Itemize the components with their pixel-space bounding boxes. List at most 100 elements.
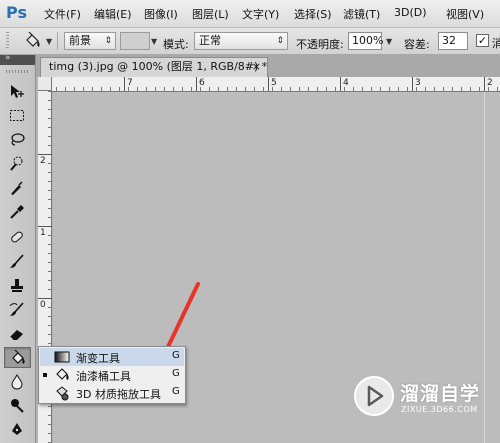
opacity-label: 不透明度:: [296, 38, 344, 51]
updown-arrow-icon: ⇕: [276, 36, 284, 46]
options-bar-grip[interactable]: [6, 32, 9, 50]
paint-bucket-tool[interactable]: [4, 347, 31, 368]
updown-arrow-icon: ⇕: [104, 36, 112, 46]
ruler-label: 6: [199, 78, 205, 88]
ruler-label: 7: [127, 78, 133, 88]
menu-view[interactable]: 视图(V): [446, 6, 484, 22]
anti-alias-checkbox[interactable]: ✓: [476, 34, 489, 47]
opacity-input[interactable]: 100%: [348, 32, 383, 50]
blur-tool[interactable]: [4, 371, 31, 392]
brush-tool[interactable]: [4, 251, 31, 272]
divider: [57, 32, 58, 50]
menu-filter[interactable]: 滤镜(T): [343, 6, 380, 22]
ruler-major-tick: [124, 77, 125, 91]
menu-file[interactable]: 文件(F): [44, 6, 81, 22]
pen-icon: [12, 423, 22, 435]
close-icon[interactable]: ×: [252, 58, 261, 76]
chevron-down-icon[interactable]: ▼: [386, 37, 392, 46]
healing-brush-icon: [11, 231, 23, 243]
tool-preset-picker[interactable]: [22, 31, 44, 51]
menu-select[interactable]: 选择(S): [294, 6, 332, 22]
marquee-icon: [10, 110, 24, 121]
tolerance-input[interactable]: 32: [438, 32, 468, 50]
clone-stamp-icon: [11, 279, 23, 292]
healing-brush-tool[interactable]: [4, 227, 31, 248]
anti-alias-label: 消: [492, 37, 500, 50]
ruler-major-tick: [412, 77, 413, 91]
eyedropper-icon: [10, 205, 24, 219]
fill-source-select[interactable]: 前景 ⇕: [64, 32, 116, 50]
watermark: 溜溜自学 ZIXUE.3D66.COM: [354, 376, 500, 428]
ruler-major-tick: [38, 154, 52, 155]
dodge-icon: [11, 399, 24, 413]
document-tab-title: timg (3).jpg @ 100% (图层 1, RGB/8#) *: [49, 60, 268, 73]
ruler-label: 3: [415, 78, 421, 88]
quick-select-tool[interactable]: [4, 153, 31, 174]
blur-icon: [11, 374, 23, 390]
watermark-logo: [354, 376, 394, 416]
tolerance-label: 容差:: [404, 38, 430, 51]
crop-icon: [11, 181, 23, 195]
ruler-label: 4: [343, 78, 349, 88]
menu-layer[interactable]: 图层(L): [192, 6, 229, 22]
flyout-item-label: 油漆桶工具: [76, 370, 131, 383]
move-tool[interactable]: [4, 81, 31, 102]
menu-bar: Ps 文件(F) 编辑(E) 图像(I) 图层(L) 文字(Y) 选择(S) 滤…: [0, 0, 500, 28]
eraser-tool[interactable]: [4, 323, 31, 344]
watermark-title: 溜溜自学: [400, 383, 481, 405]
clone-stamp-tool[interactable]: [4, 275, 31, 296]
document-tab[interactable]: timg (3).jpg @ 100% (图层 1, RGB/8#) * ×: [40, 57, 268, 77]
flyout-item-paint-bucket[interactable]: 油漆桶工具 G: [40, 366, 184, 384]
tools-panel-grip[interactable]: [6, 70, 28, 73]
collapse-icon: »: [5, 53, 11, 63]
ruler-label: 2: [487, 78, 493, 88]
eyedropper-tool[interactable]: [4, 201, 31, 222]
play-logo-icon: [367, 385, 384, 407]
ruler-major-tick: [268, 77, 269, 91]
bucket-tool-flyout-menu: 渐变工具 G 油漆桶工具 G 3D 材质拖放工具 G: [38, 346, 186, 404]
ruler-origin[interactable]: [38, 77, 52, 91]
mode-label: 模式:: [163, 38, 189, 51]
eraser-icon: [9, 330, 23, 341]
flyout-item-label: 渐变工具: [76, 352, 120, 365]
dodge-tool[interactable]: [4, 395, 31, 416]
options-bar: ▼ 前景 ⇕ ▼ 模式: 正常 ⇕ 不透明度: 100% ▼ 容差: 32 ✓ …: [0, 28, 500, 55]
flyout-item-gradient[interactable]: 渐变工具 G: [40, 348, 184, 366]
ruler-label: 5: [271, 78, 277, 88]
pen-tool[interactable]: [4, 419, 31, 440]
paint-bucket-icon: [56, 368, 69, 380]
history-brush-tool[interactable]: [4, 299, 31, 320]
ruler-major-tick: [340, 77, 341, 91]
chevron-down-icon[interactable]: ▼: [46, 37, 52, 46]
chevron-down-icon[interactable]: ▼: [151, 37, 157, 46]
pattern-picker[interactable]: [120, 32, 150, 50]
3d-material-drop-icon: [56, 386, 69, 401]
flyout-item-shortcut: G: [172, 386, 180, 397]
menu-image[interactable]: 图像(I): [144, 6, 178, 22]
selected-bullet-icon: [43, 373, 47, 377]
flyout-item-3d-material-drop[interactable]: 3D 材质拖放工具 G: [40, 384, 184, 402]
ruler-major-tick: [38, 298, 52, 299]
lasso-icon: [11, 133, 25, 146]
menu-edit[interactable]: 编辑(E): [94, 6, 132, 22]
marquee-tool[interactable]: [4, 105, 31, 126]
menu-type[interactable]: 文字(Y): [242, 6, 279, 22]
flyout-item-shortcut: G: [172, 350, 180, 361]
lasso-tool[interactable]: [4, 129, 31, 150]
gradient-icon: [54, 351, 70, 363]
fill-source-value: 前景: [69, 34, 91, 47]
tools-panel: »: [0, 53, 36, 443]
blend-mode-select[interactable]: 正常 ⇕: [194, 32, 288, 50]
move-icon: [11, 85, 24, 98]
quick-select-icon: [10, 156, 23, 171]
paint-bucket-icon: [26, 31, 40, 47]
ruler-label: 2: [40, 156, 46, 166]
ruler-major-tick: [484, 77, 485, 91]
horizontal-ruler[interactable]: [38, 77, 500, 92]
ruler-major-tick: [38, 226, 52, 227]
menu-3d[interactable]: 3D(D): [394, 6, 427, 19]
flyout-item-shortcut: G: [172, 368, 180, 379]
ruler-label: 0: [40, 300, 46, 310]
tools-panel-header[interactable]: »: [0, 53, 35, 65]
crop-tool[interactable]: [4, 177, 31, 198]
